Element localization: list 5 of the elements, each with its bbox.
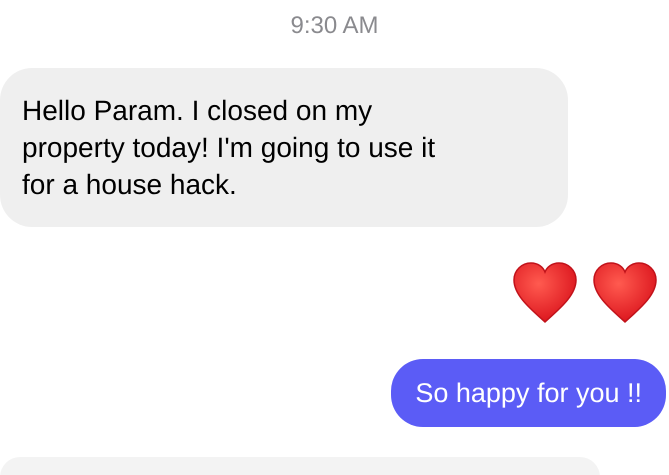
heart-icon (592, 262, 658, 324)
heart-icon (512, 262, 578, 324)
message-bubble: So happy for you !! (391, 359, 666, 427)
timestamp: 9:30 AM (290, 11, 379, 41)
message-bubble: Hello Param. I closed on my property today! I'm going to use it for a house hack. (0, 68, 568, 227)
